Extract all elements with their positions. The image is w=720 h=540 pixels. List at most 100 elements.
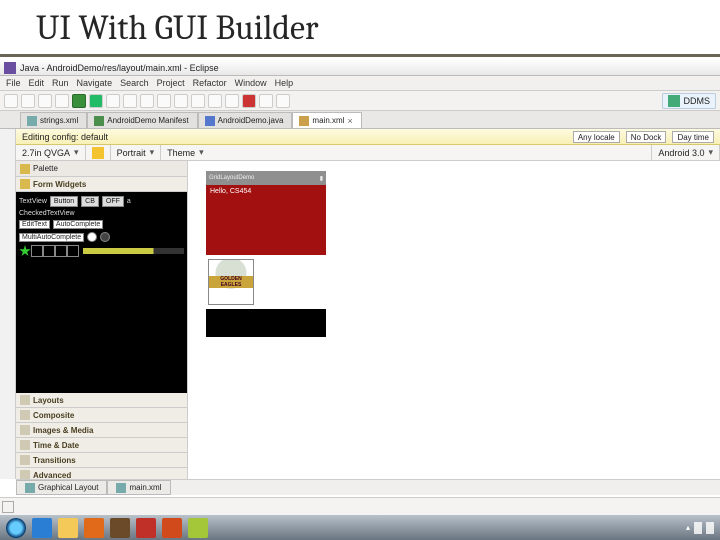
- menu-edit[interactable]: Edit: [29, 78, 45, 88]
- layout-editor: Palette Form Widgets TextView Button CB …: [16, 161, 720, 483]
- layout-icon: [25, 483, 35, 493]
- shield-icon[interactable]: [110, 518, 130, 538]
- xml-icon: [27, 116, 37, 126]
- checkbox-widget[interactable]: a: [127, 198, 131, 205]
- radio-widget[interactable]: [100, 232, 110, 242]
- adobe-reader-icon[interactable]: [136, 518, 156, 538]
- search-icon[interactable]: [174, 94, 188, 108]
- star-icon: [55, 245, 67, 257]
- ie-icon[interactable]: [32, 518, 52, 538]
- open-type-icon[interactable]: [157, 94, 171, 108]
- tab-manifest[interactable]: AndroidDemo Manifest: [87, 112, 197, 128]
- form-widgets-panel: TextView Button CB OFF a CheckedTextView…: [16, 192, 187, 393]
- palette-icon: [20, 164, 30, 174]
- firefox-icon[interactable]: [84, 518, 104, 538]
- tab-main-xml[interactable]: main.xml ×: [292, 112, 361, 128]
- drawer-form-widgets[interactable]: Form Widgets: [16, 177, 187, 192]
- avd-icon[interactable]: [276, 94, 290, 108]
- android-sdk-icon[interactable]: [259, 94, 273, 108]
- new-package-icon[interactable]: [123, 94, 137, 108]
- eclipse-window: Java - AndroidDemo/res/layout/main.xml -…: [0, 60, 720, 515]
- system-tray[interactable]: ▴: [686, 522, 714, 534]
- menu-project[interactable]: Project: [157, 78, 185, 88]
- tray-network-icon[interactable]: [706, 522, 714, 534]
- external-tools-icon[interactable]: [106, 94, 120, 108]
- start-button[interactable]: [6, 518, 26, 538]
- dock-dropdown[interactable]: No Dock: [626, 131, 667, 143]
- nav-back-icon[interactable]: [208, 94, 222, 108]
- android-icon[interactable]: [188, 518, 208, 538]
- tab-label: strings.xml: [40, 116, 78, 125]
- drawer-transitions[interactable]: Transitions: [16, 453, 187, 468]
- daytime-dropdown[interactable]: Day time: [672, 131, 714, 143]
- orientation-dropdown[interactable]: Portrait ▾: [111, 145, 162, 160]
- api-label: Android 3.0: [658, 148, 704, 158]
- windows-taskbar: ▴: [0, 515, 720, 540]
- folder-open-icon: [20, 179, 30, 189]
- tray-up-icon[interactable]: ▴: [686, 523, 690, 532]
- edittext-widget[interactable]: EditText: [19, 220, 50, 229]
- ratingbar-widget[interactable]: [19, 245, 184, 257]
- star-icon: [31, 245, 43, 257]
- menu-run[interactable]: Run: [52, 78, 69, 88]
- seekbar-widget[interactable]: [83, 248, 184, 254]
- small-button-widget[interactable]: CB: [81, 196, 99, 207]
- window-title: Java - AndroidDemo/res/layout/main.xml -…: [20, 63, 219, 73]
- drawer-layouts[interactable]: Layouts: [16, 393, 187, 408]
- tab-strings-xml[interactable]: strings.xml: [20, 112, 87, 128]
- powerpoint-icon[interactable]: [162, 518, 182, 538]
- tab-source-xml[interactable]: main.xml: [107, 480, 170, 495]
- menu-window[interactable]: Window: [235, 78, 267, 88]
- drawer-label: Images & Media: [33, 426, 93, 435]
- tray-flag-icon[interactable]: [694, 522, 702, 534]
- annotation-icon[interactable]: [191, 94, 205, 108]
- save-icon[interactable]: [21, 94, 35, 108]
- tab-label: main.xml: [312, 116, 344, 125]
- empty-area: [206, 309, 326, 337]
- nav-fwd-icon[interactable]: [225, 94, 239, 108]
- layout-canvas[interactable]: GridLayoutDemo ▮ Hello, CS454 GOLDEN EAG…: [188, 161, 720, 483]
- locale-dropdown[interactable]: Any locale: [573, 131, 620, 143]
- autocomplete-widget[interactable]: AutoComplete: [53, 220, 103, 229]
- print-icon[interactable]: [55, 94, 69, 108]
- save-all-icon[interactable]: [38, 94, 52, 108]
- stop-icon[interactable]: [242, 94, 256, 108]
- new-icon[interactable]: [4, 94, 18, 108]
- drawer-composite[interactable]: Composite: [16, 408, 187, 423]
- device-preview[interactable]: GridLayoutDemo ▮ Hello, CS454 GOLDEN EAG…: [206, 171, 326, 337]
- button-widget[interactable]: Button: [50, 196, 78, 207]
- menu-file[interactable]: File: [6, 78, 21, 88]
- tab-graphical-layout[interactable]: Graphical Layout: [16, 480, 107, 495]
- star-button[interactable]: [86, 145, 111, 160]
- palette-title: Palette: [33, 164, 58, 173]
- theme-dropdown[interactable]: Theme ▾: [161, 145, 652, 160]
- hello-textview[interactable]: Hello, CS454: [206, 185, 326, 255]
- tab-java[interactable]: AndroidDemo.java: [198, 112, 293, 128]
- menu-search[interactable]: Search: [120, 78, 149, 88]
- debug-icon[interactable]: [89, 94, 103, 108]
- multiautocomplete-widget[interactable]: MultiAutoComplete: [19, 233, 84, 242]
- perspective-switcher[interactable]: DDMS: [662, 93, 717, 109]
- radio-widget[interactable]: [87, 232, 97, 242]
- new-class-icon[interactable]: [140, 94, 154, 108]
- layout-xml-icon: [299, 116, 309, 126]
- device-dropdown[interactable]: 2.7in QVGA ▾: [16, 145, 86, 160]
- imageview[interactable]: GOLDEN EAGLES: [206, 255, 326, 309]
- close-icon[interactable]: ×: [347, 116, 352, 126]
- run-icon[interactable]: [72, 94, 86, 108]
- api-dropdown[interactable]: Android 3.0 ▾: [652, 145, 720, 160]
- ddms-icon: [668, 95, 680, 107]
- textview-widget[interactable]: TextView: [19, 198, 47, 205]
- menu-help[interactable]: Help: [275, 78, 294, 88]
- menu-navigate[interactable]: Navigate: [77, 78, 113, 88]
- star-icon: [92, 147, 104, 159]
- drawer-images-media[interactable]: Images & Media: [16, 423, 187, 438]
- explorer-icon[interactable]: [58, 518, 78, 538]
- drawer-time-date[interactable]: Time & Date: [16, 438, 187, 453]
- checkedtextview-widget[interactable]: CheckedTextView: [19, 210, 75, 217]
- fast-view-icon[interactable]: [2, 501, 14, 513]
- toggle-widget[interactable]: OFF: [102, 196, 124, 207]
- drawer-label: Form Widgets: [33, 180, 86, 189]
- tab-label: Graphical Layout: [38, 483, 98, 492]
- menu-refactor[interactable]: Refactor: [193, 78, 227, 88]
